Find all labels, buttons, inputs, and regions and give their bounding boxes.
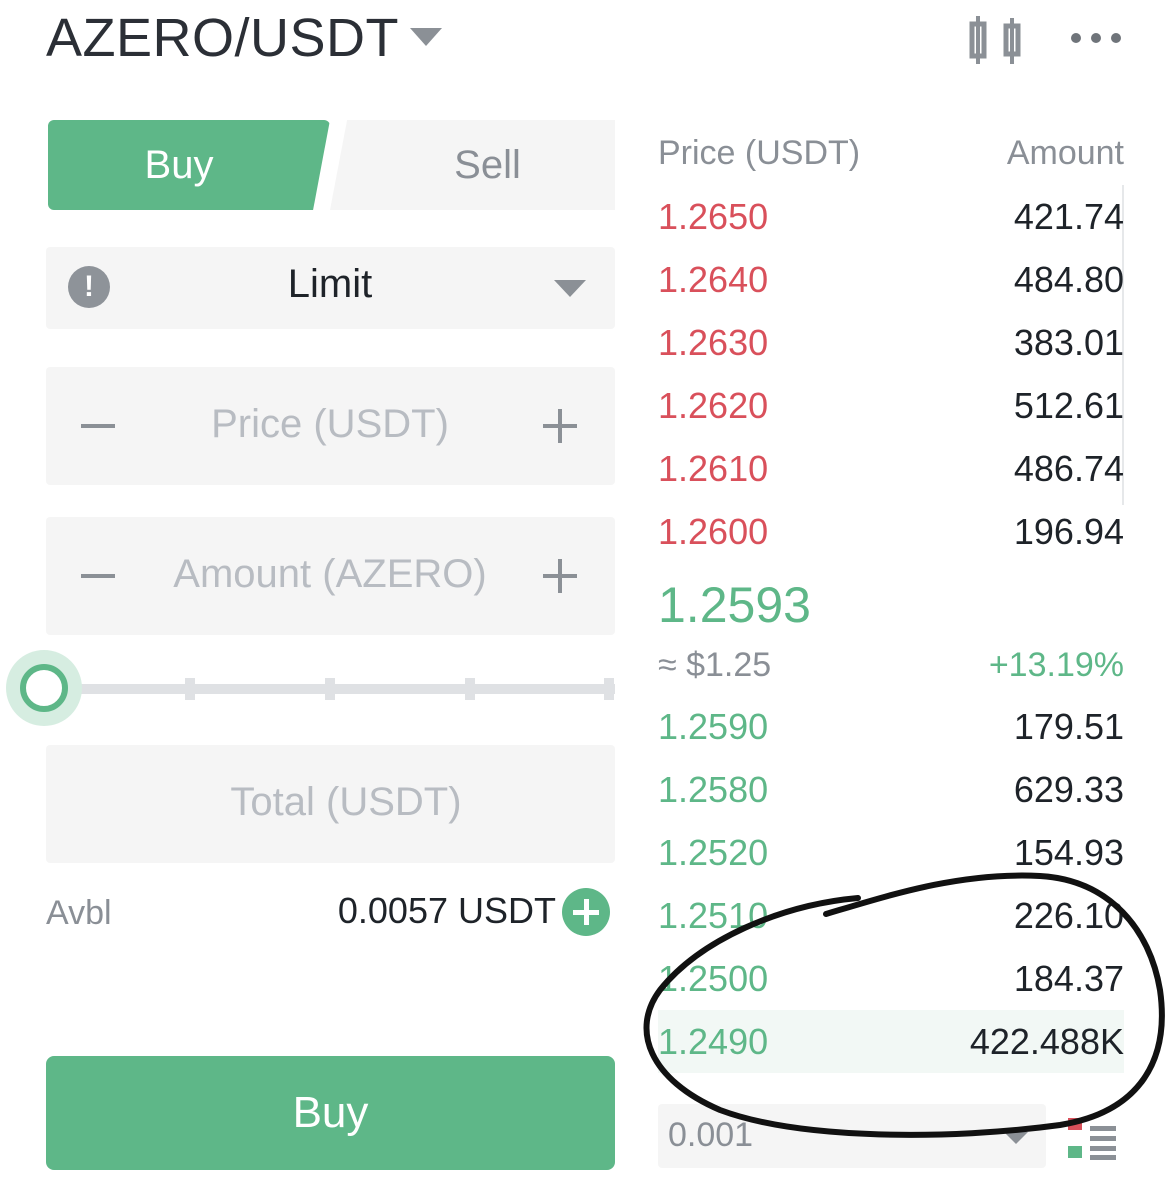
add-funds-icon[interactable]	[562, 888, 610, 936]
bid-price: 1.2490	[658, 1020, 769, 1062]
ask-row[interactable]: 1.2640 484.80	[658, 248, 1124, 311]
bid-amount: 179.51	[1013, 705, 1124, 747]
price-placeholder: Price (USDT)	[211, 402, 449, 446]
ask-price: 1.2630	[658, 321, 769, 363]
bid-price: 1.2520	[658, 831, 769, 873]
tab-buy[interactable]: Buy	[48, 120, 330, 210]
info-icon[interactable]: !	[68, 266, 110, 308]
chevron-down-icon[interactable]	[1004, 1132, 1028, 1144]
ask-price: 1.2620	[658, 384, 769, 426]
candlestick-chart-icon[interactable]	[966, 14, 1026, 66]
bid-amount: 629.33	[1013, 768, 1124, 810]
ask-price: 1.2650	[658, 195, 769, 237]
ask-row[interactable]: 1.2610 486.74	[658, 437, 1124, 500]
amount-increase-icon[interactable]	[543, 559, 577, 593]
available-label: Avbl	[46, 894, 112, 932]
bid-row[interactable]: 1.2590 179.51	[658, 695, 1124, 758]
ask-price: 1.2600	[658, 510, 769, 552]
orderbook-price-header: Price (USDT)	[658, 134, 861, 172]
approx-usd-price: ≈ $1.25	[658, 646, 772, 684]
precision-value: 0.001	[668, 1116, 754, 1154]
ask-row[interactable]: 1.2600 196.94	[658, 500, 1124, 563]
pair-title[interactable]: AZERO/USDT	[46, 6, 399, 70]
bid-row[interactable]: 1.2510 226.10	[658, 884, 1124, 947]
slider-knob[interactable]	[20, 664, 68, 712]
bid-row[interactable]: 1.2520 154.93	[658, 821, 1124, 884]
chevron-down-icon[interactable]	[554, 280, 586, 297]
orderbook-view-icon[interactable]	[1064, 1116, 1120, 1160]
tab-sell[interactable]: Sell	[330, 120, 615, 210]
bid-price: 1.2500	[658, 957, 769, 999]
bid-row[interactable]: 1.2490 422.488K	[658, 1010, 1124, 1073]
amount-decrease-icon[interactable]	[81, 574, 115, 578]
ask-row[interactable]: 1.2650 421.74	[658, 185, 1124, 248]
ask-price: 1.2640	[658, 258, 769, 300]
slider-tick[interactable]	[465, 678, 475, 700]
ask-amount: 484.80	[1013, 258, 1124, 300]
bid-price: 1.2590	[658, 705, 769, 747]
bid-amount: 422.488K	[969, 1020, 1124, 1062]
ask-row[interactable]: 1.2620 512.61	[658, 374, 1124, 437]
last-price: 1.2593	[658, 577, 811, 633]
slider-tick[interactable]	[185, 678, 195, 700]
price-increase-icon[interactable]	[543, 409, 577, 443]
bid-amount: 184.37	[1013, 957, 1124, 999]
pair-dropdown-icon[interactable]	[410, 28, 442, 46]
amount-placeholder: Amount (AZERO)	[173, 552, 487, 596]
ask-amount: 196.94	[1013, 510, 1124, 552]
total-placeholder: Total (USDT)	[230, 780, 462, 824]
orderbook-amount-header: Amount	[1006, 134, 1124, 172]
available-balance: 0.0057 USDT	[337, 890, 556, 931]
more-horizontal-icon[interactable]	[1070, 30, 1122, 46]
price-decrease-icon[interactable]	[81, 424, 115, 428]
price-change-percent: +13.19%	[988, 646, 1124, 684]
bid-price: 1.2510	[658, 894, 769, 936]
ask-price: 1.2610	[658, 447, 769, 489]
ask-amount: 512.61	[1013, 384, 1124, 426]
bid-row[interactable]: 1.2580 629.33	[658, 758, 1124, 821]
ask-row[interactable]: 1.2630 383.01	[658, 311, 1124, 374]
bid-amount: 226.10	[1013, 894, 1124, 936]
ask-amount: 486.74	[1013, 447, 1124, 489]
bid-row[interactable]: 1.2500 184.37	[658, 947, 1124, 1010]
bid-price: 1.2580	[658, 768, 769, 810]
buy-button[interactable]: Buy	[46, 1056, 615, 1170]
order-type-label: Limit	[287, 262, 373, 306]
ask-amount: 421.74	[1013, 195, 1124, 237]
slider-tick[interactable]	[604, 678, 614, 700]
slider-tick[interactable]	[325, 678, 335, 700]
bid-amount: 154.93	[1013, 831, 1124, 873]
ask-amount: 383.01	[1013, 321, 1124, 363]
